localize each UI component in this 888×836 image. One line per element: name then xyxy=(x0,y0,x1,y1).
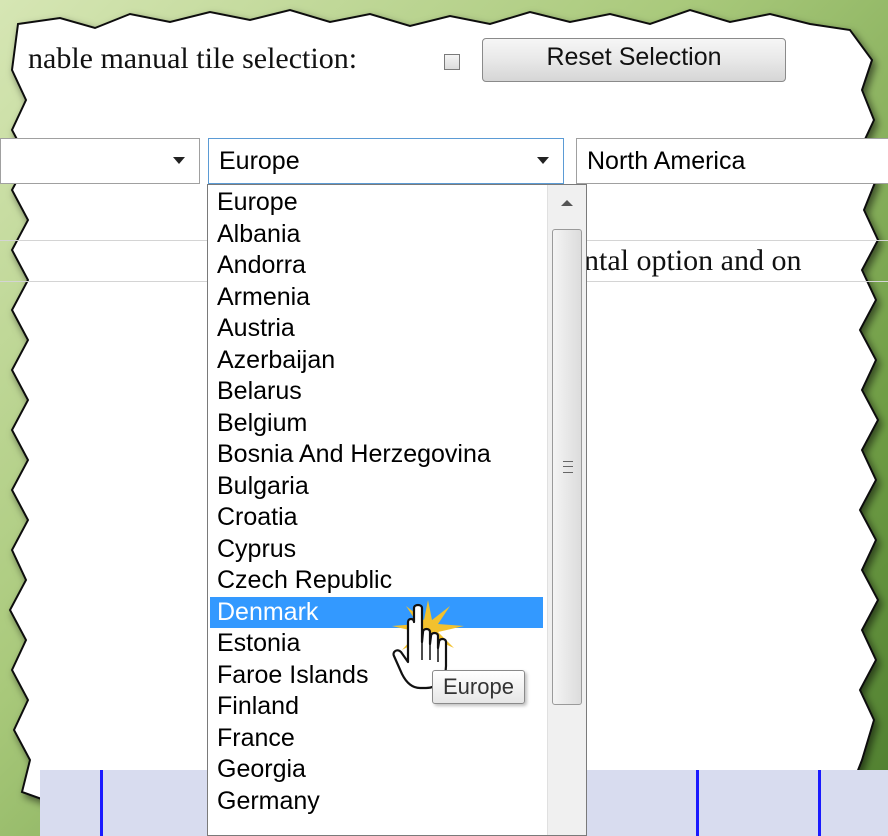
dropdown-option[interactable]: Armenia xyxy=(210,282,543,313)
region-select-europe-value: Europe xyxy=(219,146,300,175)
dropdown-option[interactable]: Czech Republic xyxy=(210,565,543,596)
info-text: ntal option and on xyxy=(584,244,802,277)
dropdown-option[interactable]: Cyprus xyxy=(210,534,543,565)
reset-selection-button[interactable]: Reset Selection xyxy=(482,38,786,82)
manual-selection-label: nable manual tile selection: xyxy=(28,42,358,75)
dropdown-option[interactable]: Europe xyxy=(210,187,543,218)
map-tile-border xyxy=(818,770,821,836)
dropdown-option[interactable]: Bosnia And Herzegovina xyxy=(210,439,543,470)
dropdown-option[interactable]: Belgium xyxy=(210,408,543,439)
chevron-down-icon xyxy=(173,157,185,164)
chevron-down-icon xyxy=(537,157,549,164)
region-dropdown-list[interactable]: Europe Albania Andorra Armenia Austria Azerba… xyxy=(207,184,587,836)
map-tile-border xyxy=(696,770,699,836)
map-tile-border xyxy=(100,770,103,836)
manual-selection-checkbox[interactable] xyxy=(444,54,460,70)
region-select-north-america[interactable]: North America xyxy=(576,138,888,184)
dropdown-option[interactable]: Andorra xyxy=(210,250,543,281)
dropdown-option[interactable]: Albania xyxy=(210,219,543,250)
region-select-europe[interactable]: Europe xyxy=(208,138,564,184)
dropdown-option[interactable]: France xyxy=(210,723,543,754)
dropdown-option[interactable]: Croatia xyxy=(210,502,543,533)
dropdown-option[interactable]: Austria xyxy=(210,313,543,344)
dropdown-option[interactable]: Georgia xyxy=(210,754,543,785)
dropdown-option[interactable]: Bulgaria xyxy=(210,471,543,502)
scrollbar-thumb[interactable] xyxy=(552,229,582,705)
dropdown-option-selected[interactable]: Denmark xyxy=(210,596,543,628)
dropdown-option[interactable]: Estonia xyxy=(210,628,543,659)
tooltip: Europe xyxy=(432,670,525,704)
dropdown-option[interactable]: Germany xyxy=(210,786,543,817)
region-select-left[interactable] xyxy=(0,138,200,184)
region-select-north-america-value: North America xyxy=(587,146,746,175)
dropdown-scrollbar[interactable] xyxy=(547,185,586,835)
scroll-up-arrow-icon[interactable] xyxy=(561,200,573,206)
grip-icon xyxy=(563,461,573,473)
dropdown-option[interactable]: Belarus xyxy=(210,376,543,407)
dropdown-option[interactable]: Azerbaijan xyxy=(210,345,543,376)
